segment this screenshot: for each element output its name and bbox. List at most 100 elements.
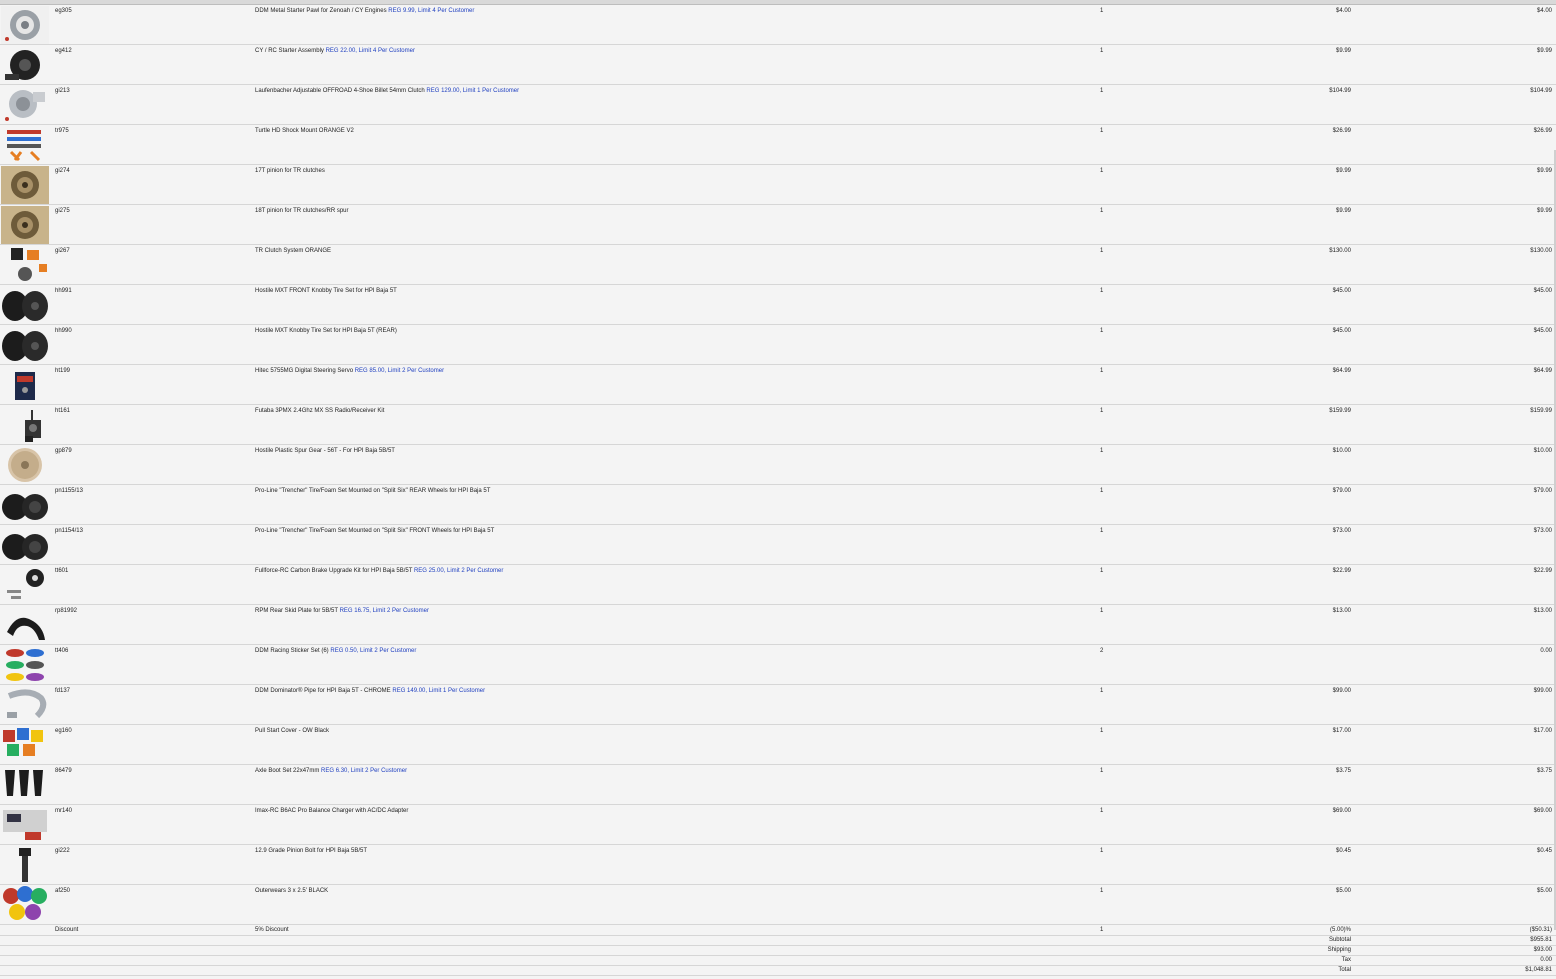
item-description: Hostile MXT Knobby Tire Set for HPI Baja… bbox=[255, 328, 397, 334]
item-unit-price: $5.00 bbox=[1335, 888, 1351, 894]
item-line-total: $69.00 bbox=[1533, 808, 1552, 814]
product-thumbnail[interactable] bbox=[1, 766, 49, 804]
item-description: Pull Start Cover - OW Black bbox=[255, 728, 330, 734]
item-sku: tt406 bbox=[55, 648, 69, 654]
item-description: CY / RC Starter Assembly bbox=[255, 48, 324, 54]
item-unit-price: $73.00 bbox=[1332, 528, 1351, 534]
item-sku: gi213 bbox=[55, 88, 70, 94]
shipping-label: Shipping bbox=[1327, 947, 1351, 953]
product-thumbnail[interactable] bbox=[1, 686, 49, 724]
item-line-total: $0.45 bbox=[1536, 848, 1552, 854]
item-unit-price: $9.99 bbox=[1335, 168, 1351, 174]
item-description: RPM Rear Skid Plate for 5B/5T bbox=[255, 608, 338, 614]
item-line-total: $9.99 bbox=[1536, 168, 1552, 174]
item-unit-price: $17.00 bbox=[1332, 728, 1351, 734]
tax-row: Tax 0.00 bbox=[0, 956, 1556, 966]
item-sku: gi267 bbox=[55, 248, 70, 254]
product-thumbnail[interactable] bbox=[1, 366, 49, 404]
item-sku: mr140 bbox=[55, 808, 73, 814]
item-quantity: 1 bbox=[1100, 248, 1104, 254]
item-description: Imax-RC B6AC Pro Balance Charger with AC… bbox=[255, 808, 409, 814]
item-unit-price: $79.00 bbox=[1332, 488, 1351, 494]
item-quantity: 1 bbox=[1100, 568, 1104, 574]
product-thumbnail[interactable] bbox=[1, 86, 49, 124]
item-regular-price-note: REG 9.99, Limit 4 Per Customer bbox=[388, 8, 475, 14]
item-description: Hostile Plastic Spur Gear - 56T - For HP… bbox=[255, 448, 395, 454]
item-description-cell: DDM Metal Starter Pawl for Zenoah / CY E… bbox=[255, 7, 474, 15]
product-thumbnail[interactable] bbox=[1, 446, 49, 484]
item-quantity: 1 bbox=[1100, 128, 1104, 134]
item-sku: tt601 bbox=[55, 568, 69, 574]
item-sku: eg305 bbox=[55, 8, 72, 14]
product-thumbnail[interactable] bbox=[1, 166, 49, 204]
product-thumbnail[interactable] bbox=[1, 126, 49, 164]
product-thumbnail[interactable] bbox=[1, 846, 49, 884]
item-sku: gi222 bbox=[55, 848, 70, 854]
item-sku: hh991 bbox=[55, 288, 72, 294]
item-sku: fd137 bbox=[55, 688, 71, 694]
table-row: ht199 Hitec 5755MG Digital Steering Servo… bbox=[0, 365, 1556, 405]
item-unit-price: $3.75 bbox=[1335, 768, 1351, 774]
item-unit-price: $9.99 bbox=[1335, 208, 1351, 214]
product-thumbnail[interactable] bbox=[1, 6, 49, 44]
product-thumbnail[interactable] bbox=[1, 566, 49, 604]
product-thumbnail[interactable] bbox=[1, 606, 49, 644]
item-regular-price-note: REG 16.75, Limit 2 Per Customer bbox=[339, 608, 429, 614]
order-summary: Discount 5% Discount 1 (5.00)% ($50.31) … bbox=[0, 925, 1556, 976]
product-thumbnail[interactable] bbox=[1, 726, 49, 764]
item-unit-price: $69.00 bbox=[1332, 808, 1351, 814]
item-description: DDM Racing Sticker Set (6) bbox=[255, 648, 329, 654]
item-description-cell: Hostile MXT FRONT Knobby Tire Set for HP… bbox=[255, 287, 397, 295]
item-quantity: 1 bbox=[1100, 608, 1104, 614]
table-row: mr140 Imax-RC B6AC Pro Balance Charger wi… bbox=[0, 805, 1556, 845]
item-quantity: 1 bbox=[1100, 688, 1104, 694]
item-line-total: $159.99 bbox=[1530, 408, 1552, 414]
table-row: gi267 TR Clutch System ORANGE 1 $130.00 $130… bbox=[0, 245, 1556, 285]
item-quantity: 1 bbox=[1100, 288, 1104, 294]
table-row: rp81992 RPM Rear Skid Plate for 5B/5T REG… bbox=[0, 605, 1556, 645]
item-unit-price: $104.99 bbox=[1329, 88, 1351, 94]
item-description-cell: Axle Boot Set 22x47mm REG 6.30, Limit 2 … bbox=[255, 767, 407, 775]
product-thumbnail[interactable] bbox=[1, 526, 49, 564]
product-thumbnail[interactable] bbox=[1, 206, 49, 244]
item-quantity: 1 bbox=[1100, 888, 1104, 894]
product-thumbnail[interactable] bbox=[1, 46, 49, 84]
table-row: tr975 Turtle HD Shock Mount ORANGE V2 1 $26… bbox=[0, 125, 1556, 165]
item-unit-price: $130.00 bbox=[1329, 248, 1351, 254]
item-unit-price: $45.00 bbox=[1332, 328, 1351, 334]
product-thumbnail[interactable] bbox=[1, 326, 49, 364]
item-description-cell: 18T pinion for TR clutches/RR spur bbox=[255, 207, 349, 215]
item-sku: 86479 bbox=[55, 768, 72, 774]
item-description-cell: Futaba 3PMX 2.4Ghz MX SS Radio/Receiver … bbox=[255, 407, 384, 415]
product-thumbnail[interactable] bbox=[1, 246, 49, 284]
item-quantity: 1 bbox=[1100, 208, 1104, 214]
item-description-cell: Pull Start Cover - OW Black bbox=[255, 727, 329, 735]
total-value: $1,048.81 bbox=[1525, 967, 1552, 973]
item-sku: eg412 bbox=[55, 48, 72, 54]
product-thumbnail[interactable] bbox=[1, 806, 49, 844]
item-unit-price: $22.99 bbox=[1332, 568, 1351, 574]
item-line-total: $13.00 bbox=[1533, 608, 1552, 614]
item-description: 18T pinion for TR clutches/RR spur bbox=[255, 208, 349, 214]
item-description-cell: CY / RC Starter Assembly REG 22.00, Limi… bbox=[255, 47, 415, 55]
total-label: Total bbox=[1338, 967, 1351, 973]
table-row: gi222 12.9 Grade Pinion Bolt for HPI Baja… bbox=[0, 845, 1556, 885]
item-line-total: $45.00 bbox=[1533, 328, 1552, 334]
table-row: eg160 Pull Start Cover - OW Black 1 $17.00 $… bbox=[0, 725, 1556, 765]
total-row: Total $1,048.81 bbox=[0, 966, 1556, 976]
table-row: tt601 Fullforce-RC Carbon Brake Upgrade K… bbox=[0, 565, 1556, 605]
product-thumbnail[interactable] bbox=[1, 286, 49, 324]
product-thumbnail[interactable] bbox=[1, 646, 49, 684]
item-description: Hitec 5755MG Digital Steering Servo bbox=[255, 368, 354, 374]
item-regular-price-note: REG 129.00, Limit 1 Per Customer bbox=[426, 88, 520, 94]
item-sku: af250 bbox=[55, 888, 71, 894]
item-description: DDM Metal Starter Pawl for Zenoah / CY E… bbox=[255, 8, 387, 14]
shipping-value: $93.00 bbox=[1533, 947, 1552, 953]
item-description-cell: DDM Racing Sticker Set (6) REG 0.50, Lim… bbox=[255, 647, 416, 655]
item-sku: ht199 bbox=[55, 368, 71, 374]
product-thumbnail[interactable] bbox=[1, 486, 49, 524]
table-row: af250 Outerwears 3 x 2.5' BLACK 1 $5.00 $5.0… bbox=[0, 885, 1556, 925]
product-thumbnail[interactable] bbox=[1, 406, 49, 444]
product-thumbnail[interactable] bbox=[1, 886, 49, 924]
item-description: Pro-Line "Trencher" Tire/Foam Set Mounte… bbox=[255, 488, 491, 494]
